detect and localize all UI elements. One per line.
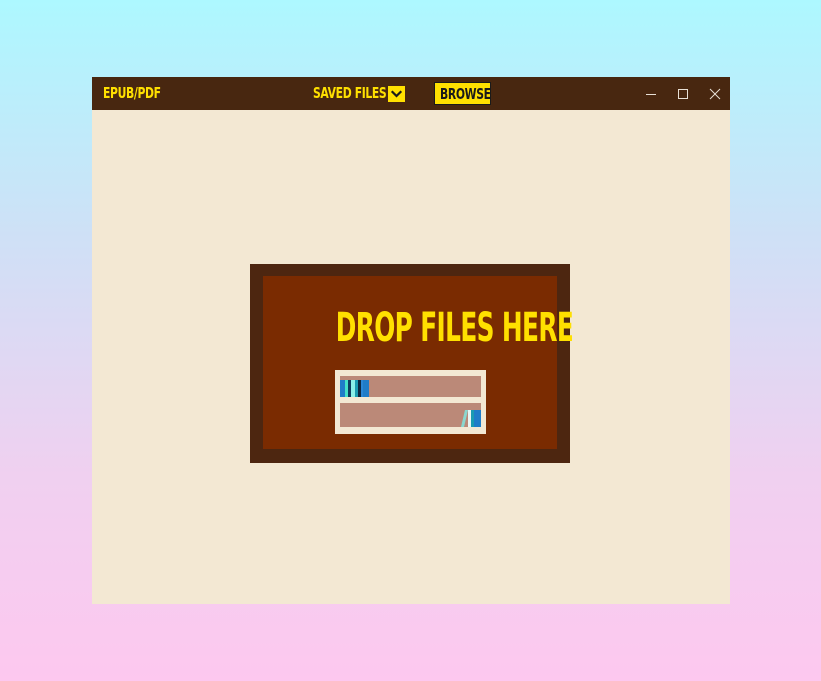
- title-bar: EPUB/PDF SAVED FILES BROWSE: [92, 77, 730, 110]
- chevron-down-icon: [390, 90, 403, 98]
- drop-zone-panel: DROP FILES HERE: [263, 276, 574, 449]
- bookshelf-icon: [335, 370, 486, 434]
- browse-button[interactable]: BROWSE: [434, 82, 491, 105]
- saved-files-dropdown[interactable]: [388, 86, 405, 102]
- drop-zone[interactable]: DROP FILES HERE: [250, 264, 574, 463]
- minimize-icon: [646, 94, 656, 95]
- close-button[interactable]: [707, 86, 723, 102]
- browse-button-label: BROWSE: [440, 85, 491, 103]
- app-window: EPUB/PDF SAVED FILES BROWSE DROP FILES H…: [92, 77, 730, 604]
- maximize-icon: [678, 89, 688, 99]
- drop-zone-label: DROP FILES HERE: [335, 305, 574, 351]
- app-title: EPUB/PDF: [103, 84, 161, 102]
- saved-files-label[interactable]: SAVED FILES: [313, 85, 387, 102]
- minimize-button[interactable]: [643, 86, 659, 102]
- maximize-button[interactable]: [675, 86, 691, 102]
- close-icon: [709, 88, 721, 100]
